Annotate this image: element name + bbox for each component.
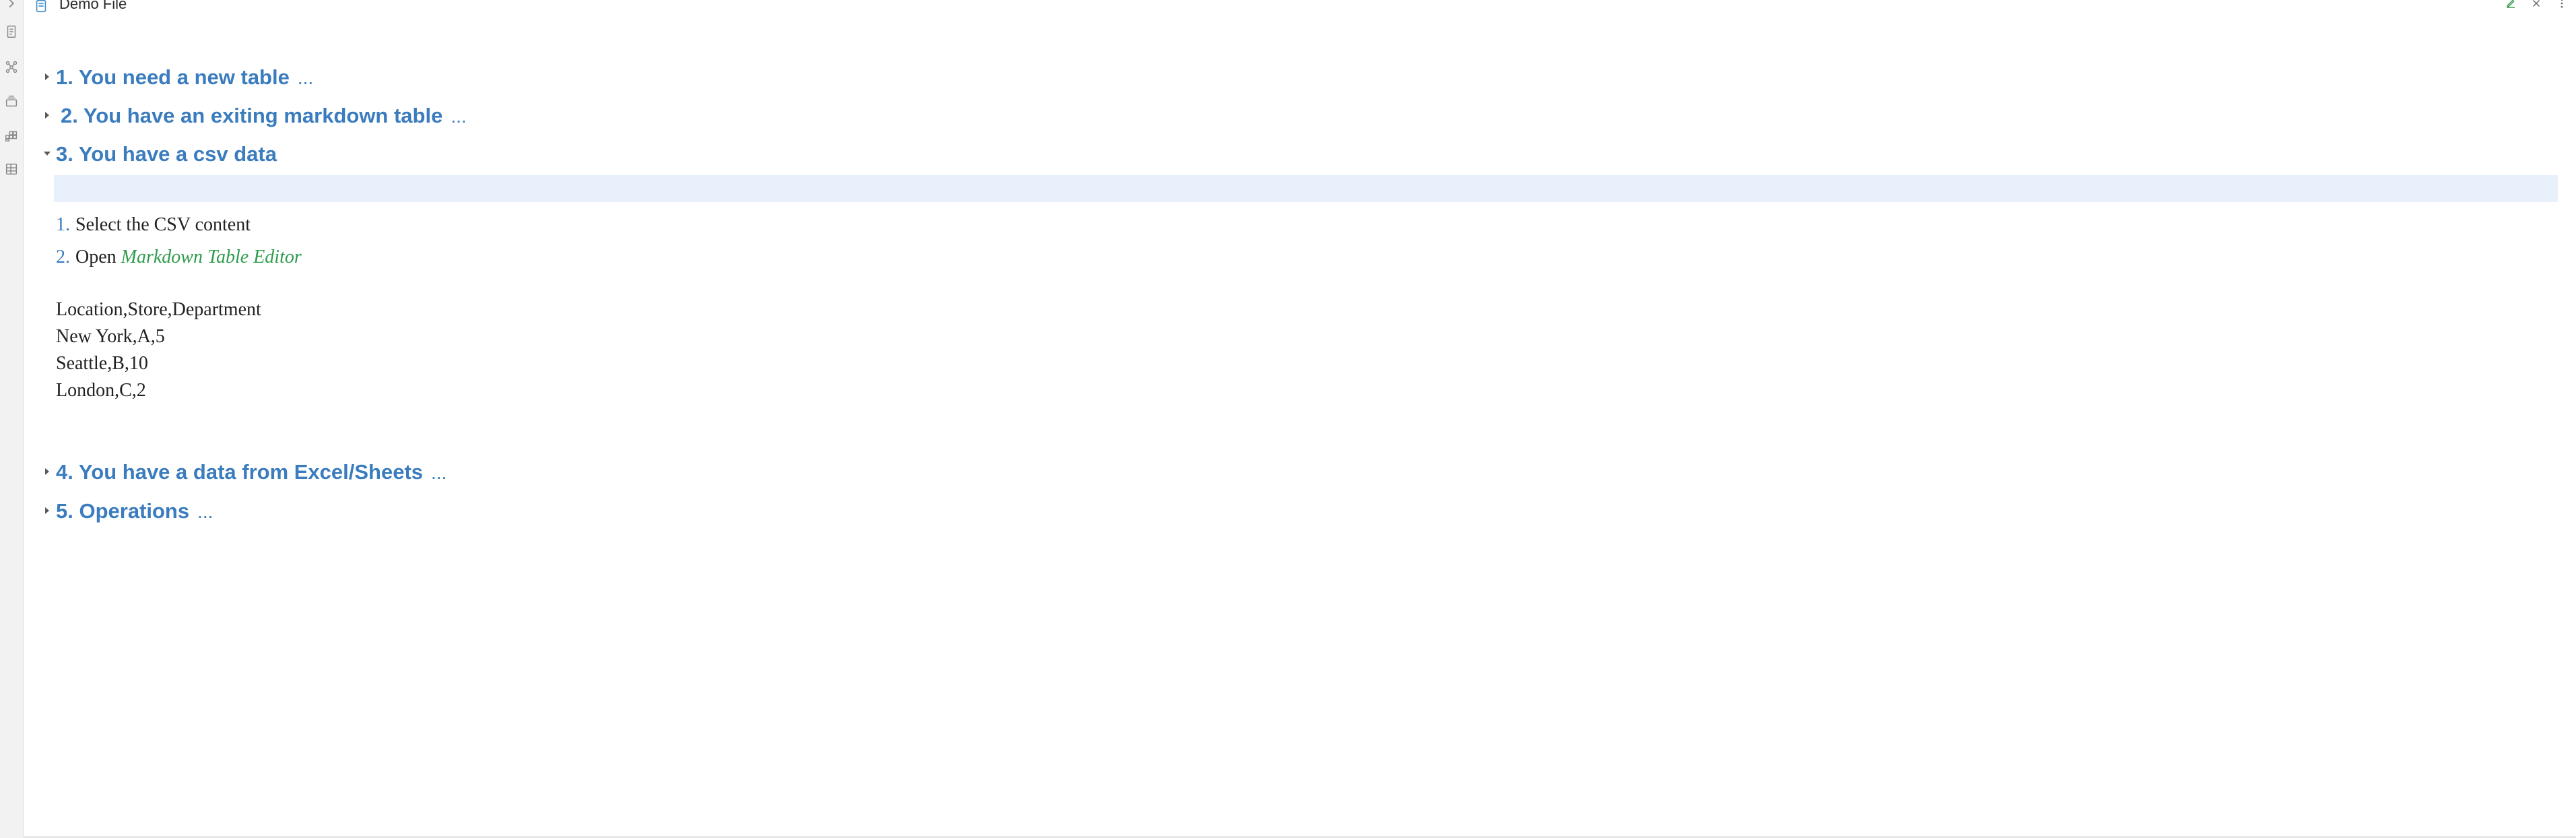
layers-icon[interactable] xyxy=(3,93,20,110)
list-item-text: Open xyxy=(75,247,121,267)
active-line[interactable] xyxy=(54,175,2558,202)
csv-line: Seattle,B,10 xyxy=(56,353,148,374)
heading-1-label: 1. You need a new table xyxy=(56,65,290,89)
graph-icon[interactable] xyxy=(3,58,20,75)
collapsed-arrow-icon[interactable] xyxy=(43,111,51,119)
ordered-list: 1. Select the CSV content 2. Open Markdown… xyxy=(56,209,302,273)
file-icon xyxy=(34,0,48,13)
document-icon[interactable] xyxy=(3,23,20,40)
close-icon[interactable] xyxy=(2529,0,2544,10)
edit-icon[interactable] xyxy=(2503,0,2518,10)
fold-ellipsis[interactable]: ... xyxy=(298,67,313,88)
file-title[interactable]: Demo File xyxy=(59,0,127,11)
list-number: 1. xyxy=(56,214,70,235)
fold-ellipsis[interactable]: ... xyxy=(431,462,447,483)
collapsed-arrow-icon[interactable] xyxy=(43,507,51,515)
view-header: Demo File xyxy=(24,0,2576,15)
list-item[interactable]: 1. Select the CSV content xyxy=(56,209,302,241)
csv-line: Location,Store,Department xyxy=(56,299,261,320)
heading-3-label: 3. You have a csv data xyxy=(56,142,277,166)
emphasis-text: Markdown Table Editor xyxy=(121,247,302,267)
left-ribbon xyxy=(0,0,24,838)
list-number: 2. xyxy=(56,247,70,267)
chevron-right-icon[interactable] xyxy=(3,0,20,12)
editor-content[interactable]: 1. You need a new table... 2. You have a… xyxy=(24,15,2576,838)
heading-4-label: 4. You have a data from Excel/Sheets xyxy=(56,460,424,484)
csv-line: London,C,2 xyxy=(56,380,146,401)
list-item[interactable]: 2. Open Markdown Table Editor xyxy=(56,241,302,273)
list-item-text: Select the CSV content xyxy=(75,214,251,235)
csv-line: New York,A,5 xyxy=(56,326,165,347)
collapsed-arrow-icon[interactable] xyxy=(43,468,51,476)
header-actions xyxy=(2503,0,2569,11)
expanded-arrow-icon[interactable] xyxy=(43,150,51,158)
csv-block[interactable]: Location,Store,Department New York,A,5 S… xyxy=(56,296,261,404)
grid-icon[interactable] xyxy=(3,127,20,144)
heading-5-label: 5. Operations xyxy=(56,499,190,523)
collapsed-arrow-icon[interactable] xyxy=(43,73,51,81)
fold-ellipsis[interactable]: ... xyxy=(197,501,213,522)
heading-2-label: 2. You have an exiting markdown table xyxy=(61,104,443,127)
table-icon[interactable] xyxy=(3,160,20,178)
more-icon[interactable] xyxy=(2554,0,2569,10)
fold-ellipsis[interactable]: ... xyxy=(451,106,466,127)
